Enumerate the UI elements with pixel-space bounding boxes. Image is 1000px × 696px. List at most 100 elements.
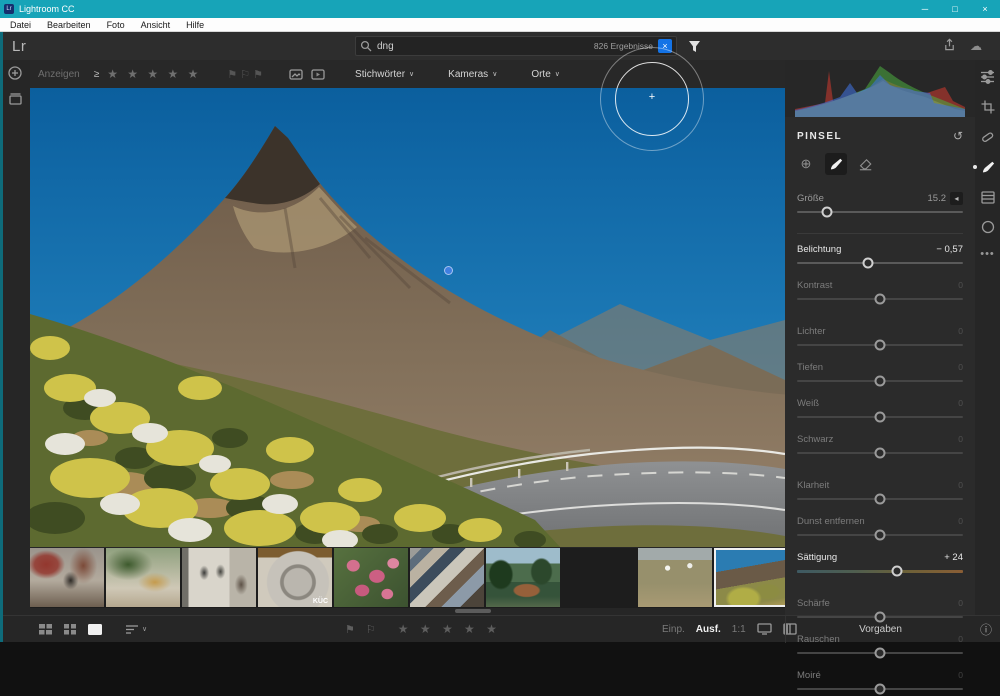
close-button[interactable]: × <box>970 0 1000 18</box>
reset-brush-button[interactable]: ↺ <box>953 129 963 143</box>
slider-knob[interactable] <box>875 648 886 659</box>
slider-label: Tiefen <box>797 362 823 373</box>
slider-knob[interactable] <box>875 340 886 351</box>
thumb-autumn-house[interactable] <box>30 548 104 607</box>
slider-track[interactable] <box>797 256 963 270</box>
search-clear-button[interactable]: × <box>658 39 672 53</box>
slider-knob[interactable] <box>875 412 886 423</box>
adjustments-tool-button[interactable] <box>979 68 997 86</box>
radial-gradient-tool-button[interactable] <box>979 218 997 236</box>
histogram[interactable] <box>785 60 975 117</box>
menu-foto[interactable]: Foto <box>99 18 133 32</box>
slider-knob[interactable] <box>875 530 886 541</box>
info-button[interactable]: ⓘ <box>980 621 992 638</box>
linear-gradient-tool-button[interactable] <box>979 188 997 206</box>
thumb-garden-path[interactable] <box>106 548 180 607</box>
brush-edit-pin[interactable] <box>444 266 453 275</box>
flag-filters[interactable]: ⚑ ⚐ ⚑ <box>227 68 263 81</box>
fullscreen-icon[interactable] <box>757 623 772 635</box>
menu-ansicht[interactable]: Ansicht <box>133 18 179 32</box>
dropdown-kameras[interactable]: Kameras∨ <box>448 69 497 80</box>
filter-funnel-button[interactable] <box>684 36 704 56</box>
slider-knob[interactable] <box>891 566 902 577</box>
thumb-kitchen-sign[interactable]: KÜC <box>258 548 332 607</box>
thumb-observatory-2[interactable] <box>638 548 712 607</box>
brush-add-button[interactable]: ⊕ <box>795 153 817 175</box>
slider-label: Dunst entfernen <box>797 516 865 527</box>
slider-track[interactable] <box>797 410 963 424</box>
slider-track[interactable] <box>797 492 963 506</box>
thumb-pink-flowers[interactable] <box>334 548 408 607</box>
more-tools-button[interactable]: ••• <box>980 248 995 260</box>
slider-track[interactable] <box>797 564 963 578</box>
albums-button[interactable] <box>0 86 30 112</box>
search-input[interactable]: dng 826 Ergebnisse × <box>355 36 677 56</box>
healing-tool-button[interactable] <box>979 128 997 146</box>
slider-knob[interactable] <box>875 684 886 695</box>
grid-view-button[interactable] <box>63 623 77 635</box>
photo-canvas[interactable] <box>30 88 785 547</box>
quick-stars[interactable]: ★ ★ ★ ★ ★ <box>398 622 501 636</box>
funnel-icon <box>688 40 701 53</box>
sort-button[interactable]: ∨ <box>125 624 147 634</box>
slider-moire: Moiré 0 <box>797 669 963 696</box>
slider-track[interactable] <box>797 610 963 624</box>
left-rail <box>0 60 30 615</box>
crop-tool-button[interactable] <box>979 98 997 116</box>
dropdown-orte[interactable]: Orte∨ <box>531 69 560 80</box>
rating-operator[interactable]: ≥ <box>94 69 100 80</box>
zoom-1to1-button[interactable]: 1:1 <box>732 624 746 635</box>
menu-hilfe[interactable]: Hilfe <box>178 18 212 32</box>
zoom-fill-button[interactable]: Ausf. <box>696 624 721 635</box>
thumb-balcony-house[interactable] <box>182 548 256 607</box>
slider-track[interactable] <box>797 528 963 542</box>
anzeigen-label[interactable]: Anzeigen <box>38 69 80 80</box>
mosaic-view-button[interactable] <box>38 623 53 635</box>
app-icon: Lr <box>4 4 14 14</box>
menu-bearbeiten[interactable]: Bearbeiten <box>39 18 99 32</box>
filmstrip-scroll-thumb[interactable] <box>455 609 491 613</box>
menu-datei[interactable]: Datei <box>0 18 39 32</box>
slider-value: − 0,57 <box>936 244 963 255</box>
media-type-filters[interactable] <box>289 69 325 80</box>
slider-knob[interactable] <box>875 448 886 459</box>
slider-knob[interactable] <box>875 376 886 387</box>
slider-knob[interactable] <box>875 612 886 623</box>
thumb-cluttered-room[interactable] <box>410 548 484 607</box>
cloud-sync-button[interactable]: ☁ <box>970 39 982 53</box>
slider-label: Rauschen <box>797 634 840 645</box>
dropdown-stichwörter[interactable]: Stichwörter∨ <box>355 69 414 80</box>
slider-track[interactable] <box>797 205 963 219</box>
brush-erase-button[interactable] <box>855 153 877 175</box>
add-photos-button[interactable] <box>0 60 30 86</box>
single-view-button[interactable] <box>87 623 103 636</box>
share-button[interactable] <box>943 38 956 54</box>
sliders-icon <box>980 70 995 84</box>
slider-knob[interactable] <box>863 258 874 269</box>
rating-stars-filter[interactable]: ★ ★ ★ ★ ★ <box>107 67 201 81</box>
brush-tool-button[interactable] <box>979 158 997 176</box>
slider-track[interactable] <box>797 292 963 306</box>
slider-label: Schärfe <box>797 598 830 609</box>
slider-knob[interactable] <box>821 207 832 218</box>
slider-track[interactable] <box>797 446 963 460</box>
maximize-button[interactable]: □ <box>940 0 970 18</box>
slider-track[interactable] <box>797 682 963 696</box>
thumb-observatory-1[interactable] <box>562 548 636 607</box>
slider-label: Klarheit <box>797 480 829 491</box>
thumb-tropical-garden[interactable] <box>486 548 560 607</box>
slider-track[interactable] <box>797 646 963 660</box>
slider-value: + 24 <box>944 552 963 563</box>
thumb-teide-road[interactable] <box>714 548 788 607</box>
slider-value: 0 <box>958 634 963 644</box>
brush-paint-button[interactable] <box>825 153 847 175</box>
slider-track[interactable] <box>797 374 963 388</box>
minimize-button[interactable]: ─ <box>910 0 940 18</box>
slider-track[interactable] <box>797 338 963 352</box>
zoom-fit-button[interactable]: Einp. <box>662 624 685 635</box>
view-mode-buttons <box>38 623 103 636</box>
slider-knob[interactable] <box>875 294 886 305</box>
slider-knob[interactable] <box>875 494 886 505</box>
quick-flags[interactable]: ⚑ ⚐ <box>345 623 380 636</box>
slider-collapse-button[interactable]: ◂ <box>950 192 963 205</box>
